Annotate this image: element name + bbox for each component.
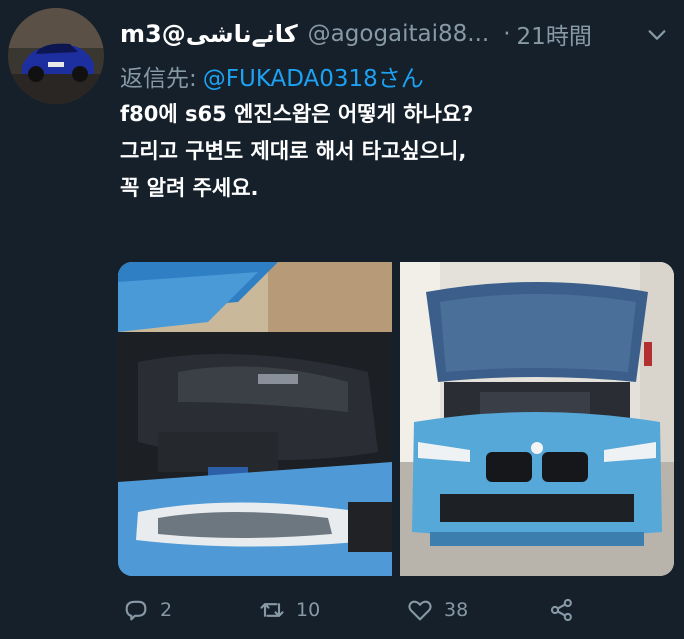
tweet-actions: 2 10 38 — [118, 590, 598, 630]
like-button[interactable]: 38 — [406, 590, 468, 630]
tweet-header: m3@كانےناشى @agogaitai88... · 21時間 — [120, 16, 680, 52]
reply-icon — [125, 600, 147, 621]
reply-button[interactable]: 2 — [122, 590, 172, 630]
reply-to-label: 返信先: — [120, 66, 197, 92]
media-photo-engine-bay[interactable] — [118, 262, 392, 576]
tweet-text-line: 그리고 구변도 제대로 해서 타고싶으니, — [120, 139, 467, 163]
user-handle[interactable]: @agogaitai88... — [308, 21, 490, 47]
reply-to-line: 返信先: @FUKADA0318さん — [120, 60, 424, 92]
chevron-down-icon[interactable] — [646, 24, 668, 46]
reply-count: 2 — [160, 599, 173, 621]
tweet-text-line: 꼭 알려 주세요. — [120, 176, 259, 200]
retweet-button[interactable]: 10 — [258, 590, 320, 630]
avatar[interactable] — [8, 8, 104, 104]
media-photo-car-front[interactable] — [400, 262, 674, 576]
tweet-text: f80에 s65 엔진스왑은 어떻게 하나요? 그리고 구변도 제대로 해서 타… — [120, 96, 660, 207]
retweet-icon — [260, 603, 284, 617]
display-name[interactable]: m3@كانےناشى — [120, 20, 298, 48]
share-icon — [550, 598, 572, 622]
share-button[interactable] — [548, 590, 576, 630]
timestamp[interactable]: 21時間 — [517, 17, 592, 51]
avatar-image — [8, 8, 104, 104]
retweet-count: 10 — [296, 599, 321, 621]
like-count: 38 — [444, 599, 469, 621]
media-grid — [118, 262, 674, 576]
heart-icon — [408, 600, 432, 621]
separator-dot: · — [503, 21, 511, 47]
reply-mention-link[interactable]: @FUKADA0318さん — [203, 59, 424, 93]
tweet-text-line: f80에 s65 엔진스왑은 어떻게 하나요? — [120, 102, 474, 126]
